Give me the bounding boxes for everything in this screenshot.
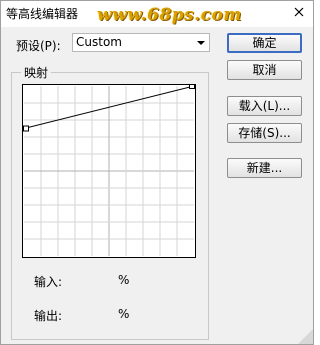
ok-button[interactable]: 确定 [227, 33, 302, 53]
contour-editor-dialog: 等高线编辑器 www.68ps.com 预设(P): Custom 确定 取消 … [0, 0, 314, 345]
chevron-down-icon [197, 41, 205, 45]
load-button[interactable]: 载入(L)... [227, 96, 302, 116]
curve-graph[interactable] [22, 84, 196, 258]
curve-control-point[interactable] [23, 125, 29, 132]
grid [24, 86, 194, 256]
output-label: 输出: [34, 309, 63, 323]
preset-dropdown[interactable]: Custom [72, 33, 210, 52]
title-bar[interactable]: 等高线编辑器 www.68ps.com [1, 1, 313, 27]
input-unit: % [118, 273, 130, 287]
mapping-label: 映射 [21, 64, 52, 81]
dialog-title: 等高线编辑器 [6, 7, 79, 21]
close-icon [294, 7, 304, 17]
preset-value: Custom [76, 35, 122, 49]
cancel-button[interactable]: 取消 [227, 60, 302, 80]
new-button[interactable]: 新建... [227, 158, 302, 178]
watermark-logo: www.68ps.com [97, 5, 242, 25]
save-button[interactable]: 存储(S)... [227, 123, 302, 143]
curve-control-point[interactable] [189, 85, 195, 89]
input-label: 输入: [34, 275, 63, 289]
curve-canvas[interactable] [23, 85, 195, 257]
output-unit: % [118, 307, 130, 321]
resize-grip[interactable] [296, 328, 313, 344]
preset-label: 预设(P): [16, 39, 61, 53]
close-button[interactable] [285, 1, 313, 23]
